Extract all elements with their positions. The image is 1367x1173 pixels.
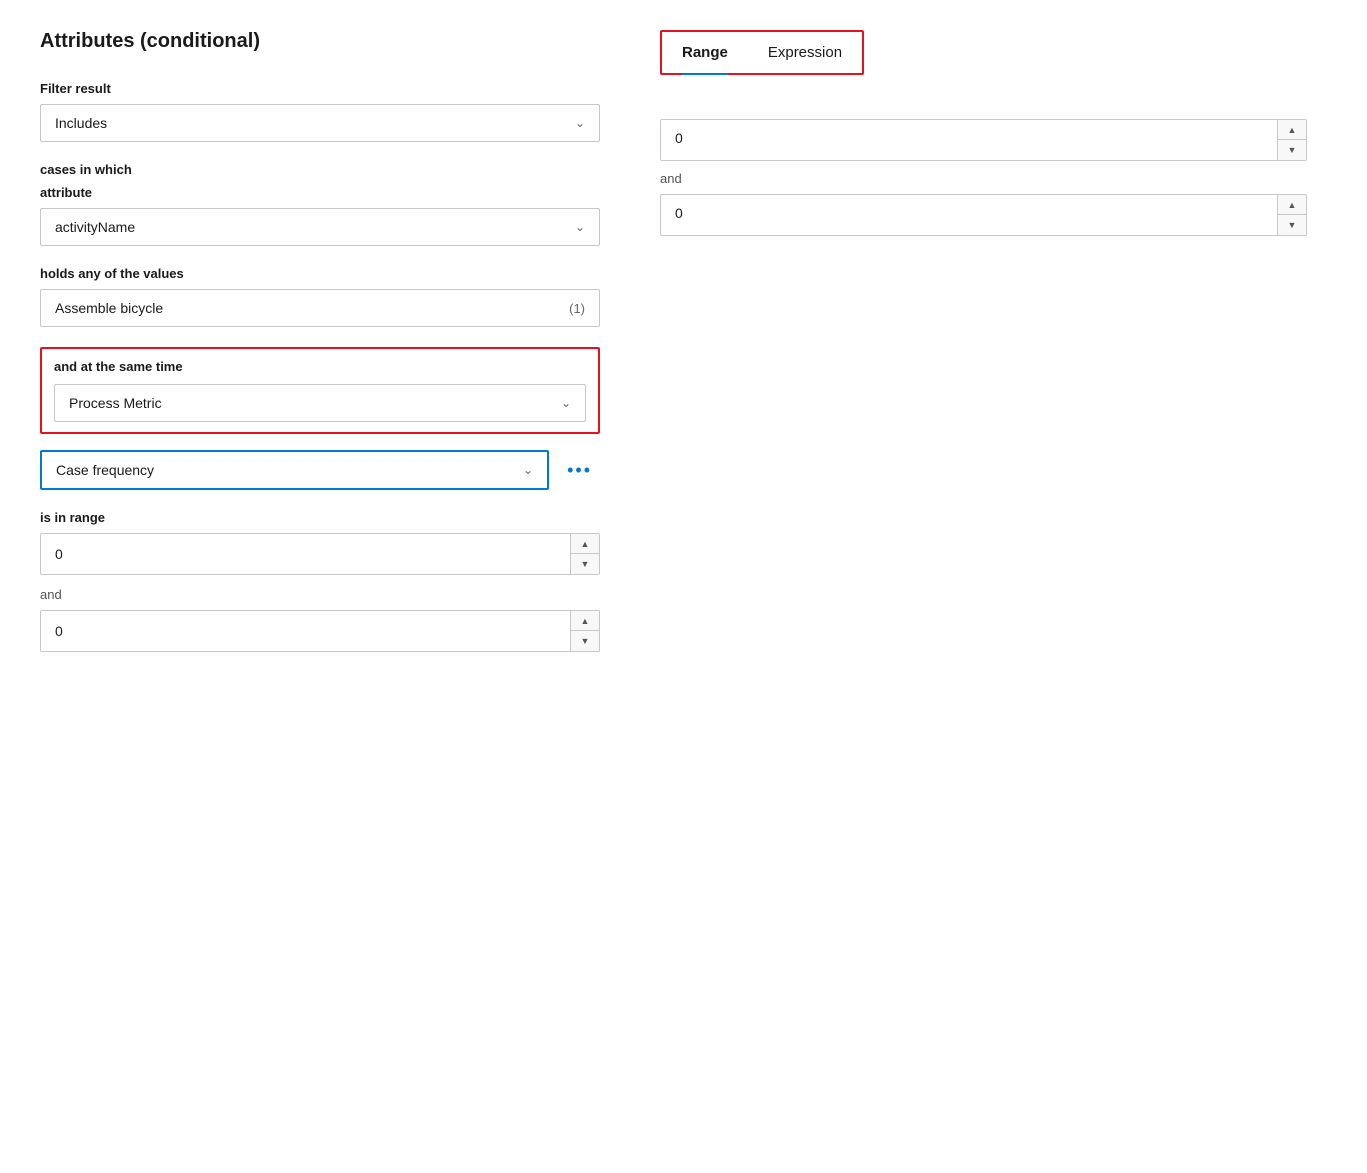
filter-result-value: Includes	[55, 115, 107, 131]
case-frequency-row: Case frequency ⌄ •••	[40, 450, 600, 490]
and-at-same-time-label: and at the same time	[54, 359, 586, 374]
case-frequency-value: Case frequency	[56, 462, 154, 478]
right-range-section: 0 ▲ ▼ and 0 ▲ ▼	[660, 119, 1307, 236]
range-value2-up-button[interactable]: ▲	[571, 611, 599, 631]
attribute-dropdown[interactable]: activityName ⌄	[40, 208, 600, 246]
tab-expression[interactable]: Expression	[748, 36, 862, 69]
range-value2-spinner: ▲ ▼	[570, 611, 599, 651]
ellipsis-button[interactable]: •••	[559, 456, 600, 485]
right-value2-input: 0 ▲ ▼	[660, 194, 1307, 236]
holds-any-values-label: holds any of the values	[40, 266, 600, 281]
ellipsis-icon: •••	[567, 460, 592, 480]
holds-any-values-count: (1)	[569, 301, 585, 316]
and-separator-label: and	[40, 587, 600, 602]
right-value1-down-button[interactable]: ▼	[1278, 140, 1306, 160]
attribute-chevron-icon: ⌄	[575, 220, 585, 234]
range-value1-up-button[interactable]: ▲	[571, 534, 599, 554]
case-frequency-chevron-icon: ⌄	[523, 463, 533, 477]
filter-result-label: Filter result	[40, 81, 600, 96]
process-metric-dropdown[interactable]: Process Metric ⌄	[54, 384, 586, 422]
filter-result-dropdown[interactable]: Includes ⌄	[40, 104, 600, 142]
tab-bar: Range Expression	[660, 30, 864, 75]
holds-any-values-value: Assemble bicycle	[55, 300, 163, 316]
right-and-label: and	[660, 171, 1307, 186]
right-value2-down-button[interactable]: ▼	[1278, 215, 1306, 235]
process-metric-value: Process Metric	[69, 395, 162, 411]
and-at-same-time-section: and at the same time Process Metric ⌄	[40, 347, 600, 434]
right-panel: Range Expression 0 ▲ ▼ and 0 ▲ ▼	[620, 30, 1347, 1143]
filter-result-chevron-icon: ⌄	[575, 116, 585, 130]
left-panel: Attributes (conditional) Filter result I…	[20, 30, 620, 1143]
right-value1-display: 0	[661, 120, 1277, 160]
cases-in-which-label: cases in which	[40, 162, 600, 177]
right-value1-spinner: ▲ ▼	[1277, 120, 1306, 160]
right-value1-up-button[interactable]: ▲	[1278, 120, 1306, 140]
process-metric-chevron-icon: ⌄	[561, 396, 571, 410]
right-value2-spinner: ▲ ▼	[1277, 195, 1306, 235]
range-value1-spinner: ▲ ▼	[570, 534, 599, 574]
range-value1-field[interactable]	[41, 534, 570, 574]
range-value2-field[interactable]	[41, 611, 570, 651]
tab-range[interactable]: Range	[662, 36, 748, 69]
tab-range-label: Range	[682, 44, 728, 61]
range-value2-down-button[interactable]: ▼	[571, 631, 599, 651]
range-value1-down-button[interactable]: ▼	[571, 554, 599, 574]
range-value2-input: ▲ ▼	[40, 610, 600, 652]
tab-expression-label: Expression	[768, 44, 842, 61]
holds-any-values-display: Assemble bicycle (1)	[40, 289, 600, 327]
range-value1-input: ▲ ▼	[40, 533, 600, 575]
right-value2-up-button[interactable]: ▲	[1278, 195, 1306, 215]
page-title: Attributes (conditional)	[40, 30, 600, 53]
right-value2-display: 0	[661, 195, 1277, 235]
attribute-label: attribute	[40, 185, 600, 200]
case-frequency-dropdown[interactable]: Case frequency ⌄	[40, 450, 549, 490]
attribute-value: activityName	[55, 219, 135, 235]
is-in-range-label: is in range	[40, 510, 600, 525]
right-value1-input: 0 ▲ ▼	[660, 119, 1307, 161]
